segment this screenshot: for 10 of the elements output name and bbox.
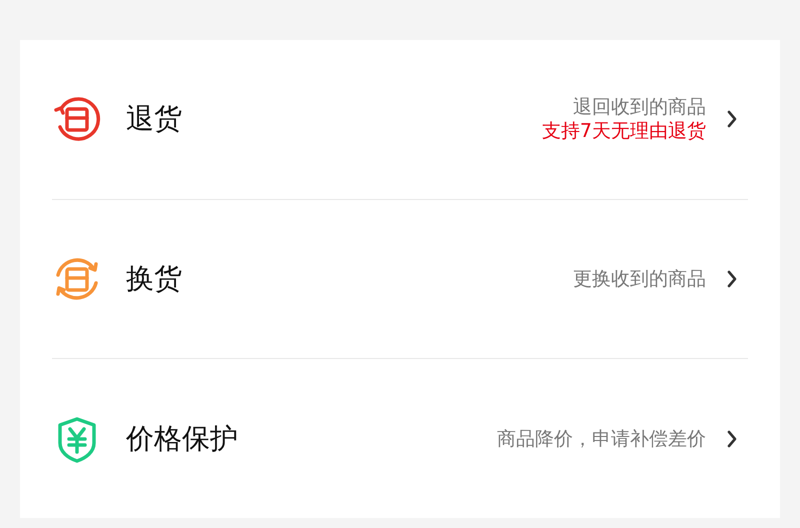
- chevron-right-icon[interactable]: [726, 269, 738, 289]
- option-title: 退货: [126, 101, 182, 138]
- option-description: 商品降价，申请补偿差价: [497, 426, 706, 451]
- option-description: 退回收到的商品: [573, 95, 706, 120]
- option-note: 支持7天无理由退货: [542, 119, 706, 144]
- option-description: 更换收到的商品: [573, 267, 706, 291]
- chevron-right-icon[interactable]: [726, 109, 738, 130]
- option-title: 价格保护: [126, 420, 238, 457]
- option-title: 换货: [126, 261, 182, 297]
- chevron-right-icon[interactable]: [726, 428, 738, 449]
